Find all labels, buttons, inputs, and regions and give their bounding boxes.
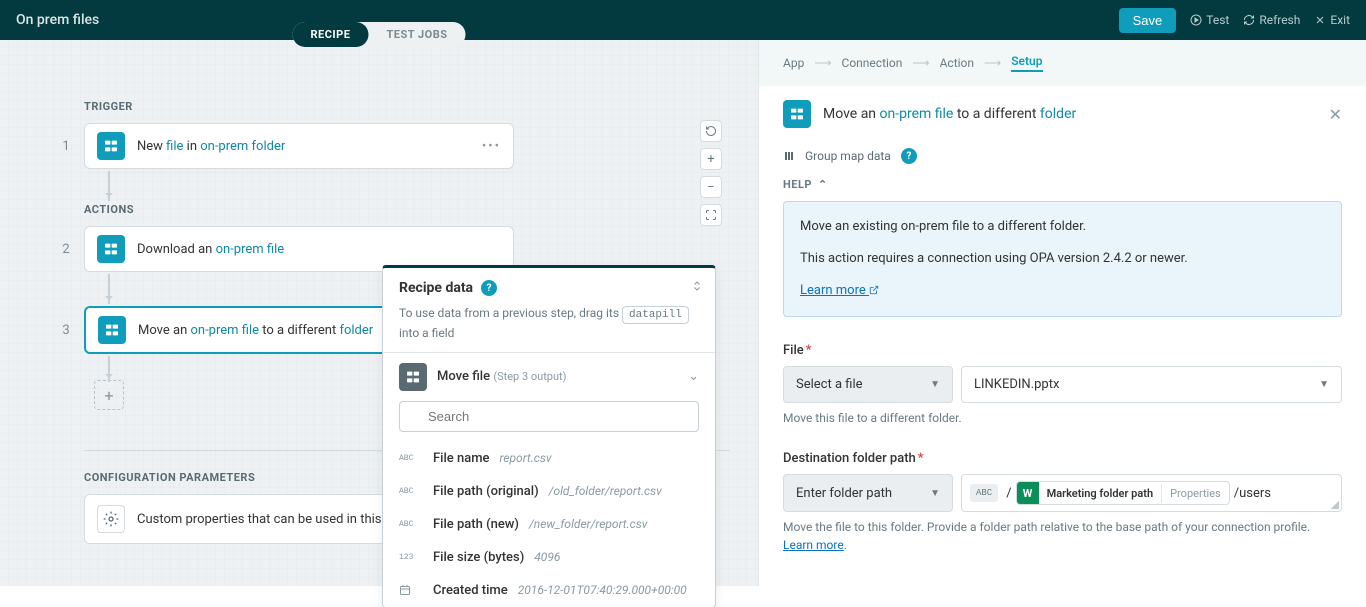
group-map-label[interactable]: Group map data xyxy=(805,149,891,163)
connector xyxy=(108,171,110,201)
help-box: Move an existing on-prem file to a diffe… xyxy=(783,201,1342,317)
data-item[interactable]: ABCFile path (original)/old_folder/repor… xyxy=(383,475,715,508)
file-value-input[interactable]: LINKEDIN.pptx▼ xyxy=(961,366,1342,403)
popover-title: Recipe data? xyxy=(399,280,699,296)
arrow-icon: ⟶ xyxy=(912,56,929,70)
trigger-label: TRIGGER xyxy=(84,100,758,113)
resize-handle[interactable] xyxy=(1331,501,1339,509)
refresh-button[interactable]: Refresh xyxy=(1243,13,1300,27)
actions-label: ACTIONS xyxy=(84,203,758,216)
crumb-action[interactable]: Action xyxy=(940,56,974,70)
dest-field-label: Destination folder path* xyxy=(783,451,1342,466)
step-1-card[interactable]: New file in on-prem folder ••• xyxy=(84,123,514,169)
learn-more-link[interactable]: Learn more xyxy=(783,538,844,552)
step-1-text: New file in on-prem folder xyxy=(137,139,285,154)
connector xyxy=(108,274,110,304)
select-file-dropdown[interactable]: Select a file▼ xyxy=(783,366,953,403)
workato-icon: W xyxy=(1017,482,1039,504)
connector xyxy=(108,356,110,382)
dest-help-text: Move the file to this folder. Provide a … xyxy=(783,518,1342,554)
close-icon xyxy=(1314,14,1326,26)
gear-icon xyxy=(97,505,125,533)
datapill-chip[interactable]: W Marketing folder path Properties xyxy=(1016,481,1230,505)
help-icon[interactable]: ? xyxy=(901,148,917,164)
step-1-row: 1 New file in on-prem folder ••• xyxy=(56,123,758,169)
chevron-down-icon: ▼ xyxy=(930,379,940,390)
step-3-text: Move an on-prem file to a different fold… xyxy=(138,323,373,338)
learn-more-link[interactable]: Learn more xyxy=(800,283,879,298)
enter-path-dropdown[interactable]: Enter folder path▼ xyxy=(783,474,953,512)
step-1-number: 1 xyxy=(56,139,76,154)
test-button[interactable]: Test xyxy=(1190,13,1229,27)
data-item[interactable]: ABCFile path (new)/new_folder/report.csv xyxy=(383,508,715,541)
canvas-tabs: RECIPE TEST JOBS xyxy=(293,22,466,47)
external-link-icon xyxy=(869,285,879,295)
dest-path-input[interactable]: ABC / W Marketing folder path Properties… xyxy=(961,474,1342,512)
data-source-row[interactable]: Move file (Step 3 output) ⌄ xyxy=(383,353,715,401)
data-item[interactable]: Created time2016-12-01T07:40:29.000+00:0… xyxy=(383,574,715,607)
data-item[interactable]: ABCFile namereport.csv xyxy=(383,442,715,475)
file-server-icon xyxy=(399,363,427,391)
file-server-icon xyxy=(97,235,125,263)
arrow-icon: ⟶ xyxy=(984,56,1001,70)
chevron-down-icon: ▼ xyxy=(1319,379,1329,390)
add-step-button[interactable]: + xyxy=(94,380,124,410)
play-icon xyxy=(1190,14,1202,26)
breadcrumb: App ⟶ Connection ⟶ Action ⟶ Setup xyxy=(759,40,1366,86)
help-section-toggle[interactable]: HELP⌃ xyxy=(783,178,1342,191)
config-panel: App ⟶ Connection ⟶ Action ⟶ Setup Move a… xyxy=(758,40,1366,586)
page-title: On prem files xyxy=(16,12,99,28)
data-item[interactable]: 123File size (bytes)4096 xyxy=(383,541,715,574)
step-3-number: 3 xyxy=(56,323,76,338)
chevron-up-icon: ⌃ xyxy=(818,178,828,191)
panel-title: Move an on-prem file to a different fold… xyxy=(823,106,1076,122)
group-map-row: Group map data ? xyxy=(759,142,1366,178)
tab-test-jobs[interactable]: TEST JOBS xyxy=(368,22,465,47)
map-icon xyxy=(783,150,795,162)
save-button[interactable]: Save xyxy=(1119,8,1177,33)
help-icon[interactable]: ? xyxy=(481,280,497,296)
canvas: RECIPE TEST JOBS + − TRIGGER 1 New file … xyxy=(0,40,758,586)
chevron-down-icon: ⌄ xyxy=(688,369,699,384)
header-actions: Save Test Refresh Exit xyxy=(1119,8,1350,33)
crumb-app[interactable]: App xyxy=(783,56,804,70)
file-field-label: File* xyxy=(783,343,1342,358)
crumb-connection[interactable]: Connection xyxy=(842,56,903,70)
recipe-data-popover: Recipe data? To use data from a previous… xyxy=(382,265,716,607)
file-help-text: Move this file to a different folder. xyxy=(783,409,1342,427)
crumb-setup[interactable]: Setup xyxy=(1011,54,1042,72)
tab-recipe[interactable]: RECIPE xyxy=(293,22,369,47)
exit-button[interactable]: Exit xyxy=(1314,13,1350,27)
refresh-icon xyxy=(1243,14,1255,26)
panel-header: Move an on-prem file to a different fold… xyxy=(759,86,1366,142)
type-badge: ABC xyxy=(970,484,998,502)
close-button[interactable]: ✕ xyxy=(1329,105,1342,124)
file-server-icon xyxy=(97,132,125,160)
popover-description: To use data from a previous step, drag i… xyxy=(399,304,699,342)
step-2-number: 2 xyxy=(56,242,76,257)
step-2-text: Download an on-prem file xyxy=(137,242,284,257)
file-server-icon xyxy=(783,100,811,128)
popover-expand-icon[interactable] xyxy=(691,280,703,292)
arrow-icon: ⟶ xyxy=(814,56,831,70)
file-server-icon xyxy=(98,316,126,344)
search-input[interactable] xyxy=(399,401,699,432)
top-bar: On prem files Save Test Refresh Exit xyxy=(0,0,1366,40)
step-1-menu[interactable]: ••• xyxy=(482,139,501,154)
chevron-down-icon: ▼ xyxy=(930,488,940,499)
config-text: Custom properties that can be used in th… xyxy=(137,512,413,527)
